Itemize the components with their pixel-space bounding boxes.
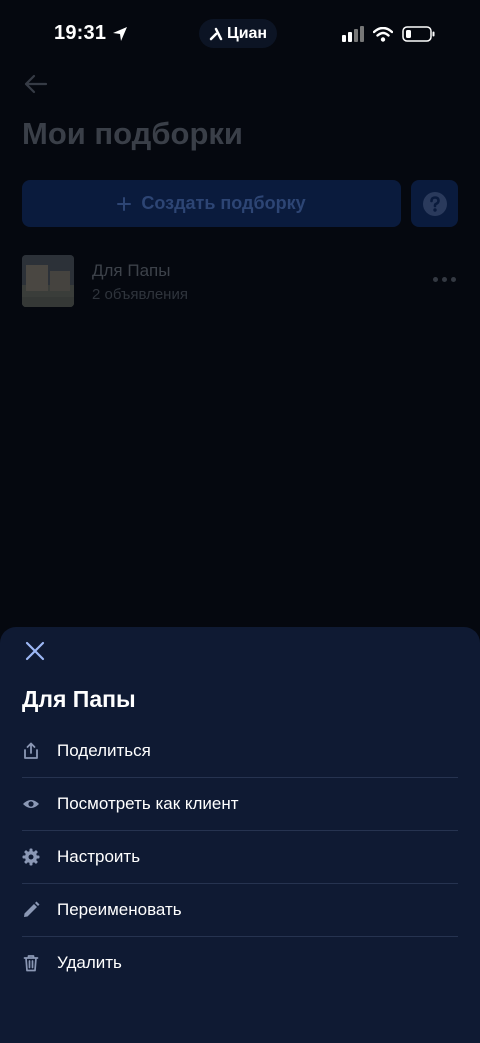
sheet-title: Для Папы xyxy=(22,686,136,712)
eye-icon xyxy=(22,795,40,813)
status-time: 19:31 xyxy=(54,22,128,45)
cian-logo-icon xyxy=(209,27,223,40)
menu-item-share[interactable]: Поделиться xyxy=(22,725,458,778)
signal-icon xyxy=(342,26,364,42)
menu-item-label: Настроить xyxy=(57,847,141,866)
create-collection-button[interactable]: Создать подборку xyxy=(22,180,401,227)
menu-item-rename[interactable]: Переименовать xyxy=(22,884,458,937)
close-icon[interactable] xyxy=(24,640,46,662)
trash-icon xyxy=(22,954,40,972)
status-time-text: 19:31 xyxy=(54,22,107,44)
menu-item-delete[interactable]: Удалить xyxy=(22,937,458,989)
app-pill-label: Циан xyxy=(227,24,268,42)
more-icon[interactable] xyxy=(433,277,456,282)
menu-item-label: Удалить xyxy=(57,953,122,972)
menu-item-label: Переименовать xyxy=(57,900,182,919)
wifi-icon xyxy=(373,26,393,42)
page-title: Мои подборки xyxy=(22,116,243,151)
pencil-icon xyxy=(22,901,40,919)
status-bar: 19:31 Циан xyxy=(0,0,480,68)
bottom-sheet: Для Папы Поделиться Посмотреть как клиен… xyxy=(0,627,480,1043)
create-collection-label: Создать подборку xyxy=(141,193,306,213)
help-button[interactable] xyxy=(411,180,458,227)
menu-item-settings[interactable]: Настроить xyxy=(22,831,458,884)
collection-name: Для Папы xyxy=(92,261,171,280)
plus-icon xyxy=(117,196,132,211)
collection-thumbnail xyxy=(22,255,74,307)
battery-icon xyxy=(402,26,435,42)
app-pill[interactable]: Циан xyxy=(199,19,278,48)
menu-item-label: Посмотреть как клиент xyxy=(57,794,239,813)
location-arrow-icon xyxy=(113,26,128,41)
status-icons xyxy=(342,26,436,42)
back-arrow-icon[interactable] xyxy=(22,70,50,98)
collection-item[interactable]: Для Папы 2 объявления xyxy=(22,255,458,307)
gear-icon xyxy=(22,848,40,866)
sheet-menu: Поделиться Посмотреть как клиент Настрои… xyxy=(22,725,458,989)
question-icon xyxy=(422,191,447,216)
collection-count: 2 объявления xyxy=(92,286,188,303)
menu-item-label: Поделиться xyxy=(57,741,151,760)
share-icon xyxy=(22,742,40,760)
menu-item-view-as-client[interactable]: Посмотреть как клиент xyxy=(22,778,458,831)
